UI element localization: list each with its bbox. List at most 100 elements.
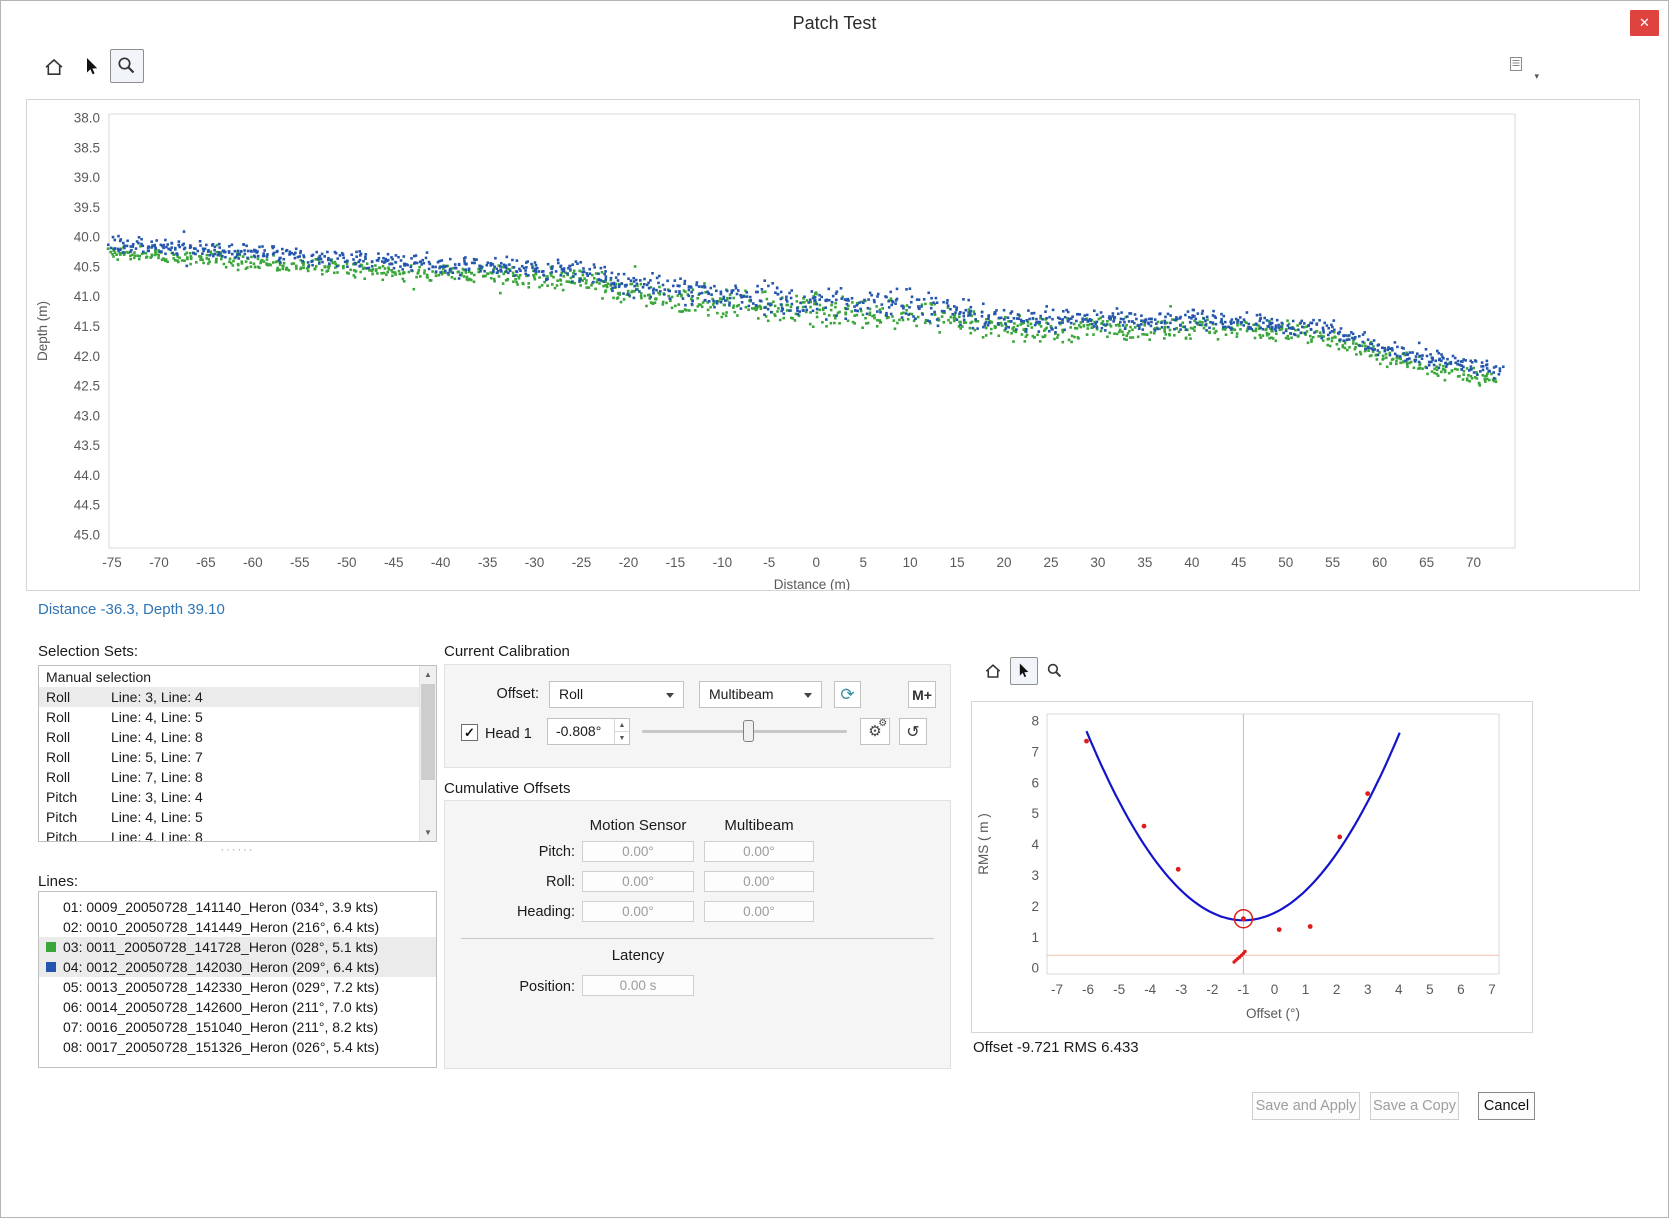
motion-sensor-field[interactable]: 0.00° [582,841,694,862]
check-icon: ✓ [464,725,475,741]
head1-checkbox[interactable]: ✓ [461,724,478,741]
line-label: 06: 0014_20050728_142600_Heron (211°, 7.… [63,999,378,1015]
scroll-up-icon[interactable]: ▲ [420,666,436,683]
scrollbar-thumb[interactable] [421,684,435,780]
line-row[interactable]: 03: 0011_20050728_141728_Heron (028°, 5.… [39,937,436,957]
cumulative-offsets-title: Cumulative Offsets [444,780,570,797]
selection-set-row[interactable]: PitchLine: 3, Line: 4 [39,787,419,807]
selection-set-lines: Line: 3, Line: 4 [111,687,203,707]
scroll-down-icon[interactable]: ▼ [420,824,436,841]
line-row[interactable]: 05: 0013_20050728_142330_Heron (029°, 7.… [39,977,436,997]
rms-offset-chart[interactable]: 012345678-7-6-5-4-3-2-101234567Offset (°… [971,701,1533,1033]
axis-text: 42.0 [74,349,100,364]
save-and-apply-button[interactable]: Save and Apply [1252,1092,1360,1120]
selection-sets-label: Selection Sets: [38,643,138,660]
axis-text: 50 [1278,555,1293,570]
axis-text: 4 [1395,982,1403,997]
select-tool-button[interactable] [75,50,109,84]
undo-button[interactable]: ↺ [899,718,927,745]
close-button[interactable]: ✕ [1630,10,1659,36]
offset-type-value: Roll [559,686,583,702]
cumulative-row: Pitch:0.00°0.00° [445,838,950,868]
offset-slider[interactable] [642,718,847,745]
lines-list[interactable]: 01: 0009_20050728_141140_Heron (034°, 3.… [38,891,437,1068]
current-calibration-group: Offset: Roll Multibeam ⟳ M+ ✓ Head 1 -0.… [444,664,951,768]
position-latency-field[interactable]: 0.00 s [582,975,694,996]
axis-text: 4 [1031,837,1039,852]
device-dropdown[interactable]: Multibeam [699,681,822,708]
axis-text: 43.0 [74,408,100,423]
cursor-arrow-icon [80,55,104,79]
axis-text: -30 [525,555,545,570]
line-row[interactable]: 07: 0016_20050728_151040_Heron (211°, 8.… [39,1017,436,1037]
head1-offset-spinner[interactable]: -0.808° ▲ ▼ [547,718,630,745]
undo-icon: ↺ [906,722,919,742]
separator-line [461,938,934,939]
axis-text: 70 [1466,555,1481,570]
cumulative-row: Roll:0.00°0.00° [445,868,950,898]
rms-offset-plot[interactable]: 012345678-7-6-5-4-3-2-101234567Offset (°… [972,702,1532,1032]
spin-up-icon[interactable]: ▲ [615,719,629,732]
line-row[interactable]: 06: 0014_20050728_142600_Heron (211°, 7.… [39,997,436,1017]
axis-text: 7 [1488,982,1496,997]
selection-set-row[interactable]: PitchLine: 4, Line: 8 [39,827,419,842]
axis-text: RMS ( m ) [976,813,991,875]
spin-down-icon[interactable]: ▼ [615,732,629,744]
multibeam-field[interactable]: 0.00° [704,871,814,892]
head1-offset-value: -0.808° [556,719,601,744]
axis-text: -50 [337,555,357,570]
cumulative-row-label: Heading: [445,904,575,920]
axis-text: 3 [1031,868,1039,883]
zoom-tool-button[interactable] [110,49,144,83]
axis-text: 38.0 [74,111,100,126]
cancel-button[interactable]: Cancel [1478,1092,1535,1120]
selection-set-lines: Line: 5, Line: 7 [111,747,203,767]
memory-add-button[interactable]: M+ [908,681,936,708]
home-button[interactable] [37,50,71,84]
selection-set-row[interactable]: PitchLine: 4, Line: 5 [39,807,419,827]
axis-text: 65 [1419,555,1434,570]
selection-set-row[interactable]: Manual selection [39,667,419,687]
chart-options-button[interactable]: ▾ [1509,56,1539,80]
save-a-copy-button[interactable]: Save a Copy [1370,1092,1459,1120]
rms-home-button[interactable] [979,657,1007,685]
depth-profile-plot[interactable]: 38.038.539.039.540.040.541.041.542.042.5… [27,100,1639,590]
selection-sets-list[interactable]: Manual selectionRollLine: 3, Line: 4Roll… [38,665,437,842]
selection-set-lines: Line: 4, Line: 5 [111,707,203,727]
rms-zoom-tool-button[interactable] [1041,657,1069,685]
selection-set-row[interactable]: RollLine: 3, Line: 4 [39,687,419,707]
selection-set-type: Manual selection [39,667,111,687]
selection-set-row[interactable]: RollLine: 7, Line: 8 [39,767,419,787]
recompute-button[interactable]: ⟳ [834,681,861,708]
axis-text: -60 [243,555,263,570]
multibeam-field[interactable]: 0.00° [704,901,814,922]
selection-set-type: Roll [39,707,111,727]
cursor-arrow-icon [1014,661,1034,681]
line-label: 04: 0012_20050728_142030_Heron (209°, 6.… [63,959,379,975]
axis-text: -55 [290,555,310,570]
splitter-handle[interactable]: ······ [38,846,437,854]
position-label: Position: [445,979,575,995]
line-row[interactable]: 08: 0017_20050728_151326_Heron (026°, 5.… [39,1037,436,1057]
motion-sensor-field[interactable]: 0.00° [582,871,694,892]
axis-text: 38.5 [74,140,100,155]
selection-sets-scrollbar[interactable]: ▲ ▼ [419,666,436,841]
selection-set-row[interactable]: RollLine: 5, Line: 7 [39,747,419,767]
line-row[interactable]: 04: 0012_20050728_142030_Heron (209°, 6.… [39,957,436,977]
multibeam-field[interactable]: 0.00° [704,841,814,862]
depth-profile-chart[interactable]: 38.038.539.039.540.040.541.041.542.042.5… [26,99,1640,591]
axis-text: 1 [1302,982,1310,997]
selection-set-row[interactable]: RollLine: 4, Line: 5 [39,707,419,727]
rms-select-tool-button[interactable] [1010,657,1038,685]
magnifier-icon [115,54,139,78]
offset-type-dropdown[interactable]: Roll [549,681,684,708]
head1-label: Head 1 [485,726,532,742]
settings-button[interactable]: ⚙⚙ [860,718,890,745]
line-row[interactable]: 01: 0009_20050728_141140_Heron (034°, 3.… [39,897,436,917]
rms-result-readout: Offset -9.721 RMS 6.433 [973,1039,1139,1056]
axis-text: 45 [1231,555,1246,570]
selection-set-row[interactable]: RollLine: 4, Line: 8 [39,727,419,747]
slider-handle[interactable] [743,720,754,742]
motion-sensor-field[interactable]: 0.00° [582,901,694,922]
line-row[interactable]: 02: 0010_20050728_141449_Heron (216°, 6.… [39,917,436,937]
